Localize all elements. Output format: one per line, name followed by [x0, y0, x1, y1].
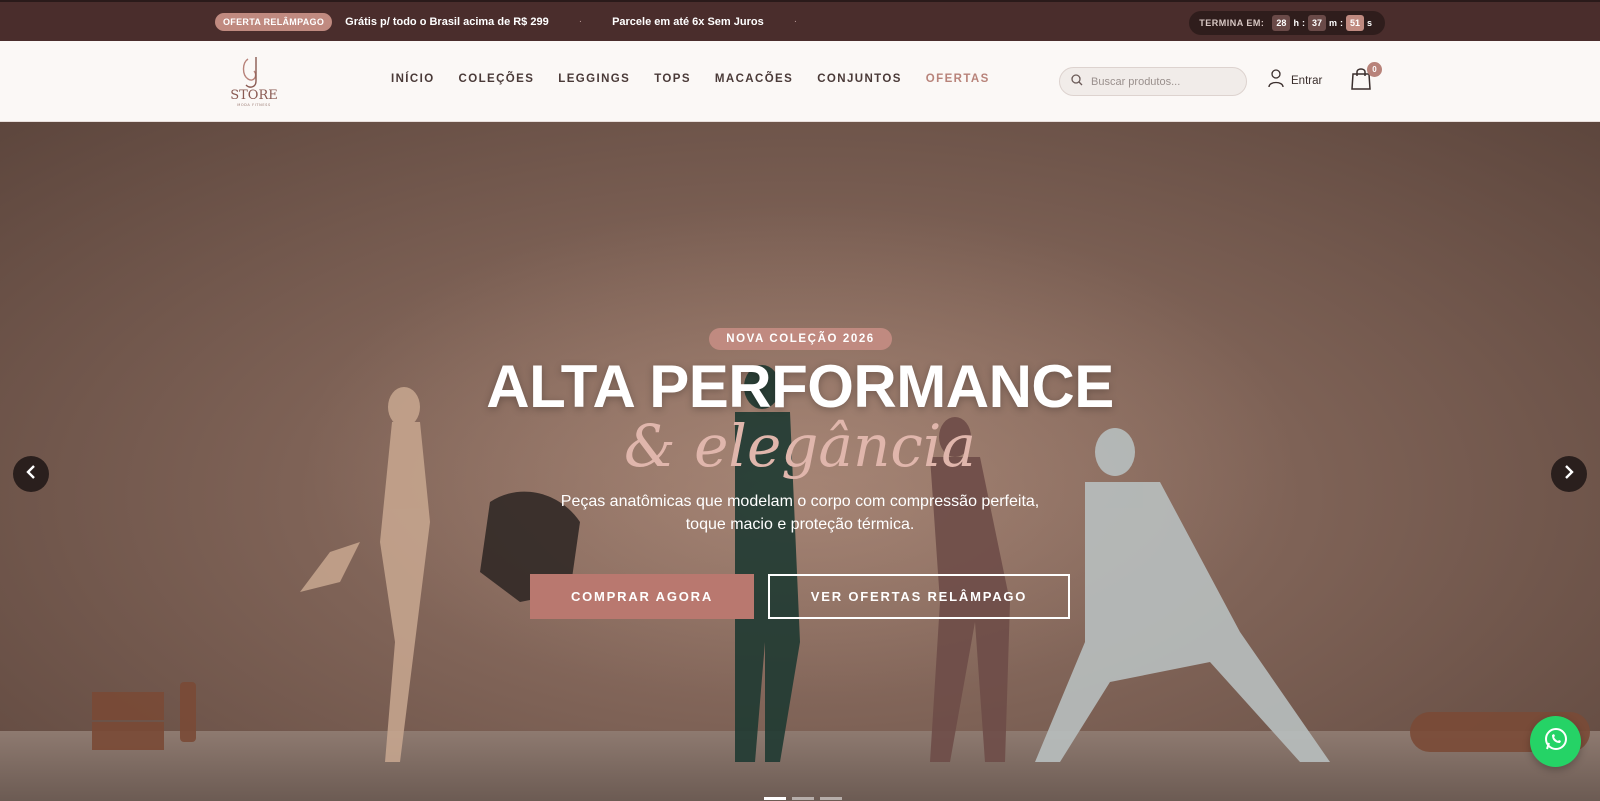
- timer-minutes-unit: m: [1328, 18, 1337, 28]
- announcement-separator: ·: [793, 16, 798, 27]
- whatsapp-chat-button[interactable]: [1530, 716, 1581, 767]
- login-label: Entrar: [1291, 75, 1323, 87]
- timer-hours: 28: [1272, 15, 1291, 31]
- search-input[interactable]: [1091, 75, 1231, 88]
- carousel-next-button[interactable]: [1551, 456, 1587, 492]
- announcement-installments: Parcele em até 6x Sem Juros: [612, 15, 764, 28]
- site-header: STORE MODA FITNESS INÍCIO COLEÇÕES LEGGI…: [0, 41, 1600, 122]
- main-nav: INÍCIO COLEÇÕES LEGGINGS TOPS MACACÕES C…: [391, 73, 1014, 85]
- chevron-left-icon: [25, 464, 37, 484]
- carousel-indicators: [764, 797, 848, 800]
- search-icon: [1071, 73, 1083, 91]
- timer-label: TERMINA EM:: [1199, 18, 1265, 28]
- hero-subtitle: Peças anatômicas que modelam o corpo com…: [560, 493, 1040, 533]
- nav-conjuntos[interactable]: CONJUNTOS: [817, 73, 902, 85]
- announcement-separator: ·: [578, 16, 583, 27]
- timer-seconds: 51: [1345, 15, 1364, 31]
- cart-button[interactable]: 0: [1350, 62, 1382, 95]
- timer-seconds-unit: s: [1366, 18, 1372, 28]
- new-collection-badge: NOVA COLEÇÃO 2026: [709, 328, 892, 350]
- shop-now-button[interactable]: COMPRAR AGORA: [530, 574, 754, 619]
- hero-title: ALTA PERFORMANCE: [486, 353, 1114, 420]
- carousel-dot[interactable]: [792, 797, 814, 800]
- announcement-shipping: Grátis p/ todo o Brasil acima de R$ 299: [345, 15, 549, 28]
- search-box[interactable]: [1059, 67, 1247, 96]
- hero-script-title: & elegância: [624, 412, 976, 480]
- nav-ofertas[interactable]: OFERTAS: [926, 73, 990, 85]
- announcement-bar: OFERTA RELÂMPAGO Grátis p/ todo o Brasil…: [0, 0, 1600, 41]
- logo-subtext: MODA FITNESS: [237, 103, 271, 107]
- timer-colon: :: [1339, 18, 1343, 28]
- carousel-prev-button[interactable]: [13, 456, 49, 492]
- logo-text: STORE: [230, 88, 278, 103]
- nav-tops[interactable]: TOPS: [654, 73, 691, 85]
- nav-leggings[interactable]: LEGGINGS: [558, 73, 630, 85]
- nav-macacoes[interactable]: MACACÕES: [715, 73, 793, 85]
- timer-colon: :: [1301, 18, 1305, 28]
- flash-sale-badge: OFERTA RELÂMPAGO: [215, 12, 333, 31]
- shopping-bag-icon: [1350, 68, 1372, 95]
- timer-minutes: 37: [1307, 15, 1326, 31]
- cart-count-badge: 0: [1367, 62, 1382, 77]
- countdown-timer: TERMINA EM: 28 h : 37 m : 51 s: [1189, 11, 1385, 35]
- store-logo[interactable]: STORE MODA FITNESS: [228, 53, 280, 109]
- carousel-dot[interactable]: [764, 797, 786, 800]
- chevron-right-icon: [1563, 464, 1575, 484]
- nav-colecoes[interactable]: COLEÇÕES: [459, 73, 535, 85]
- flash-offers-button[interactable]: VER OFERTAS RELÂMPAGO: [768, 574, 1070, 619]
- whatsapp-icon: [1543, 726, 1569, 757]
- nav-inicio[interactable]: INÍCIO: [391, 73, 435, 85]
- timer-hours-unit: h: [1293, 18, 1299, 28]
- carousel-dot[interactable]: [820, 797, 842, 800]
- hero-banner: NOVA COLEÇÃO 2026 ALTA PERFORMANCE & ele…: [0, 122, 1600, 801]
- user-icon: [1268, 69, 1284, 93]
- login-link[interactable]: Entrar: [1268, 69, 1322, 93]
